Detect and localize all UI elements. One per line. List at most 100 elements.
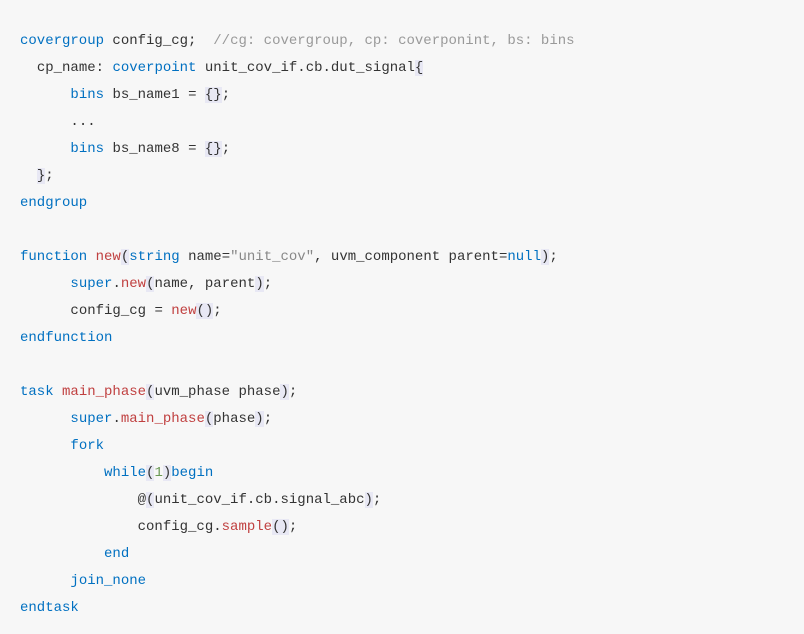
keyword-begin: begin	[171, 465, 213, 481]
keyword-endgroup: endgroup	[20, 195, 87, 211]
semicolon: ;	[373, 492, 381, 508]
keyword-fork: fork	[70, 438, 104, 454]
comment: //cg: covergroup, cp: coverponint, bs: b…	[213, 33, 574, 49]
cp-label: cp_name	[37, 60, 96, 76]
code-line: join_none	[20, 568, 784, 595]
keyword-covergroup: covergroup	[20, 33, 104, 49]
blank-line	[20, 217, 784, 244]
code-line: };	[20, 163, 784, 190]
identifier: cb	[306, 60, 323, 76]
string-literal: "unit_cov"	[230, 249, 314, 265]
keyword-super: super	[70, 276, 112, 292]
code-line: covergroup config_cg; //cg: covergroup, …	[20, 28, 784, 55]
ellipsis: ...	[70, 114, 95, 130]
dot: .	[247, 492, 255, 508]
keyword-while: while	[104, 465, 146, 481]
equals: =	[154, 303, 162, 319]
keyword-end: end	[104, 546, 129, 562]
paren-close: )	[255, 411, 263, 427]
identifier: cb	[255, 492, 272, 508]
code-line: function new(string name="unit_cov", uvm…	[20, 244, 784, 271]
semicolon: ;	[222, 141, 230, 157]
dot: .	[112, 276, 120, 292]
bin-name: bs_name8	[112, 141, 179, 157]
paren-close: )	[365, 492, 373, 508]
identifier: signal_abc	[280, 492, 364, 508]
braces: {}	[205, 141, 222, 157]
braces: {}	[205, 87, 222, 103]
keyword-endfunction: endfunction	[20, 330, 112, 346]
at-sign: @	[138, 492, 146, 508]
semicolon: ;	[264, 276, 272, 292]
code-line: ...	[20, 109, 784, 136]
paren-open: (	[121, 249, 129, 265]
blank-line	[20, 352, 784, 379]
colon: :	[96, 60, 104, 76]
code-line: config_cg = new();	[20, 298, 784, 325]
code-line: bins bs_name8 = {};	[20, 136, 784, 163]
keyword-bins: bins	[70, 141, 104, 157]
covergroup-name: config_cg	[112, 33, 188, 49]
semicolon: ;	[264, 411, 272, 427]
dot: .	[323, 60, 331, 76]
semicolon: ;	[549, 249, 557, 265]
parens: ()	[196, 303, 213, 319]
arg: phase	[213, 411, 255, 427]
code-line: end	[20, 541, 784, 568]
task-name: main_phase	[62, 384, 146, 400]
code-line: task main_phase(uvm_phase phase);	[20, 379, 784, 406]
keyword-new: new	[171, 303, 196, 319]
keyword-bins: bins	[70, 87, 104, 103]
type: uvm_phase	[154, 384, 230, 400]
comma: ,	[314, 249, 322, 265]
type: uvm_component	[331, 249, 440, 265]
paren-close: )	[255, 276, 263, 292]
dot: .	[297, 60, 305, 76]
semicolon: ;	[45, 168, 53, 184]
code-line: fork	[20, 433, 784, 460]
code-line: while(1)begin	[20, 460, 784, 487]
identifier: dut_signal	[331, 60, 415, 76]
code-line: config_cg.sample();	[20, 514, 784, 541]
identifier: config_cg	[138, 519, 214, 535]
code-block: covergroup config_cg; //cg: covergroup, …	[20, 28, 784, 622]
paren-close: )	[280, 384, 288, 400]
param-name: name	[188, 249, 222, 265]
code-line: @(unit_cov_if.cb.signal_abc);	[20, 487, 784, 514]
keyword-super: super	[70, 411, 112, 427]
identifier: unit_cov_if	[205, 60, 297, 76]
semicolon: ;	[289, 519, 297, 535]
dot: .	[112, 411, 120, 427]
keyword-coverpoint: coverpoint	[112, 60, 196, 76]
code-line: cp_name: coverpoint unit_cov_if.cb.dut_s…	[20, 55, 784, 82]
number: 1	[154, 465, 162, 481]
arg: name	[154, 276, 188, 292]
keyword-null: null	[507, 249, 541, 265]
code-line: super.main_phase(phase);	[20, 406, 784, 433]
bin-name: bs_name1	[112, 87, 179, 103]
semicolon: ;	[222, 87, 230, 103]
keyword-string: string	[129, 249, 179, 265]
paren-close: )	[163, 465, 171, 481]
brace-open: {	[415, 60, 423, 76]
keyword-new: new	[121, 276, 146, 292]
arg: parent	[205, 276, 255, 292]
equals: =	[222, 249, 230, 265]
parens: ()	[272, 519, 289, 535]
code-line: endgroup	[20, 190, 784, 217]
param-name: parent	[449, 249, 499, 265]
code-line: endtask	[20, 595, 784, 622]
dot: .	[213, 519, 221, 535]
method: main_phase	[121, 411, 205, 427]
identifier: config_cg	[70, 303, 146, 319]
keyword-function: function	[20, 249, 87, 265]
paren-open: (	[205, 411, 213, 427]
method: sample	[222, 519, 272, 535]
keyword-task: task	[20, 384, 54, 400]
code-line: bins bs_name1 = {};	[20, 82, 784, 109]
keyword-endtask: endtask	[20, 600, 79, 616]
code-line: endfunction	[20, 325, 784, 352]
keyword-new: new	[96, 249, 121, 265]
brace-close: }	[37, 168, 45, 184]
semicolon: ;	[213, 303, 221, 319]
